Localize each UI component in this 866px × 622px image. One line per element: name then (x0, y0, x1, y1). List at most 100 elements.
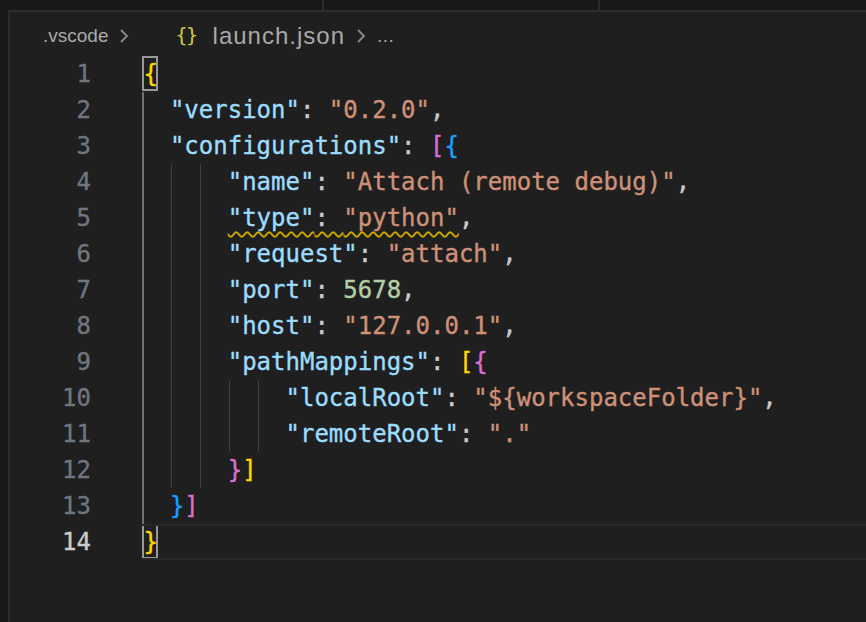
token: : (300, 96, 329, 124)
indent-guide (200, 452, 202, 488)
indent-guide (171, 308, 173, 344)
line-number: 12 (10, 452, 91, 488)
indent-guide (200, 272, 202, 308)
line-number: 7 (10, 272, 91, 308)
token: : (430, 348, 459, 376)
line-number: 4 (10, 164, 91, 200)
token: : (314, 312, 343, 340)
token: "localRoot" (286, 384, 445, 412)
indent-guide (171, 164, 173, 200)
breadcrumb-chevron-icon (117, 27, 131, 45)
token: 5678 (343, 276, 401, 304)
token: : (314, 276, 343, 304)
tab-separator (598, 0, 600, 10)
code-line-5[interactable]: 5 "type": "python", (10, 200, 866, 236)
token: , (502, 240, 516, 268)
code-line-13[interactable]: 13 }] (10, 488, 866, 524)
code-line-text: "localRoot": "${workspaceFolder}", (141, 380, 866, 416)
token: "Attach (remote debug)" (343, 168, 675, 196)
code-line-8[interactable]: 8 "host": "127.0.0.1", (10, 308, 866, 344)
token: "attach" (387, 240, 503, 268)
code-line-text: "host": "127.0.0.1", (141, 308, 866, 344)
token: ] (242, 456, 256, 484)
line-number: 3 (10, 128, 91, 164)
token: "pathMappings" (228, 348, 430, 376)
indent-guide (200, 200, 202, 236)
code-line-text: }] (141, 488, 866, 524)
code-line-1[interactable]: 1{ (10, 56, 866, 92)
bracket-match: { (141, 56, 155, 92)
indent-guide (142, 92, 144, 128)
code-line-10[interactable]: 10 "localRoot": "${workspaceFolder}", (10, 380, 866, 416)
indent-guide (200, 308, 202, 344)
breadcrumb-chevron-icon (354, 27, 368, 45)
indent-guide (229, 416, 231, 452)
indent-guide (171, 380, 173, 416)
indent-guide (200, 236, 202, 272)
code-line-6[interactable]: 6 "request": "attach", (10, 236, 866, 272)
indent-guide (142, 128, 144, 164)
token: "127.0.0.1" (343, 312, 502, 340)
breadcrumb-symbol[interactable]: ... (377, 25, 394, 47)
indent-guide (171, 272, 173, 308)
token: "." (488, 420, 531, 448)
tab-bar-bottom-strip (0, 0, 866, 10)
indent-guide (142, 272, 144, 308)
indent-guide (142, 488, 144, 524)
line-number: 11 (10, 416, 91, 452)
code-line-text: "type": "python", (141, 200, 866, 236)
indent-guide (142, 236, 144, 272)
token: "0.2.0" (329, 96, 430, 124)
indent-guide (200, 416, 202, 452)
json-file-icon: {} (175, 23, 196, 47)
token: "type" (228, 204, 315, 232)
code-line-4[interactable]: 4 "name": "Attach (remote debug)", (10, 164, 866, 200)
code-line-3[interactable]: 3 "configurations": [{ (10, 128, 866, 164)
code-line-11[interactable]: 11 "remoteRoot": "." (10, 416, 866, 452)
token: : (459, 420, 488, 448)
indent-guide (200, 164, 202, 200)
line-number: 9 (10, 344, 91, 380)
breadcrumb[interactable]: .vscode {} launch.json... (10, 12, 866, 56)
code-line-7[interactable]: 7 "port": 5678, (10, 272, 866, 308)
token: "host" (228, 312, 315, 340)
code-line-14[interactable]: 14} (10, 524, 866, 560)
line-number: 6 (10, 236, 91, 272)
token: { (473, 348, 487, 376)
code-area[interactable]: 1{2 "version": "0.2.0",3 "configurations… (10, 56, 866, 560)
line-number: 8 (10, 308, 91, 344)
token: : (358, 240, 387, 268)
breadcrumb-file[interactable]: launch.json (213, 22, 345, 50)
code-line-text: "configurations": [{ (141, 128, 866, 164)
token: , (459, 204, 473, 232)
token: , (430, 96, 444, 124)
token: : (314, 204, 343, 232)
code-line-9[interactable]: 9 "pathMappings": [{ (10, 344, 866, 380)
editor-panel: .vscode {} launch.json... 1{2 "version": "… (8, 10, 866, 622)
warning-squiggle: "type": "python" (228, 204, 459, 232)
token: "remoteRoot" (286, 420, 459, 448)
indent-guide (142, 380, 144, 416)
indent-guide (200, 344, 202, 380)
token: , (676, 168, 690, 196)
token: : (314, 168, 343, 196)
indent-guide (258, 380, 260, 416)
breadcrumb-folder[interactable]: .vscode (43, 25, 108, 47)
token: } (170, 492, 184, 520)
indent-guide (142, 452, 144, 488)
code-line-12[interactable]: 12 }] (10, 452, 866, 488)
token: "version" (170, 96, 300, 124)
code-line-text: "version": "0.2.0", (141, 92, 866, 128)
token: "name" (228, 168, 315, 196)
indent-guide (229, 380, 231, 416)
code-line-2[interactable]: 2 "version": "0.2.0", (10, 92, 866, 128)
code-line-text: "name": "Attach (remote debug)", (141, 164, 866, 200)
indent-guide (171, 452, 173, 488)
line-number: 2 (10, 92, 91, 128)
token: ] (184, 492, 198, 520)
token: : (401, 132, 430, 160)
token: } (228, 456, 242, 484)
line-number: 5 (10, 200, 91, 236)
indent-guide (142, 308, 144, 344)
token: "request" (228, 240, 358, 268)
